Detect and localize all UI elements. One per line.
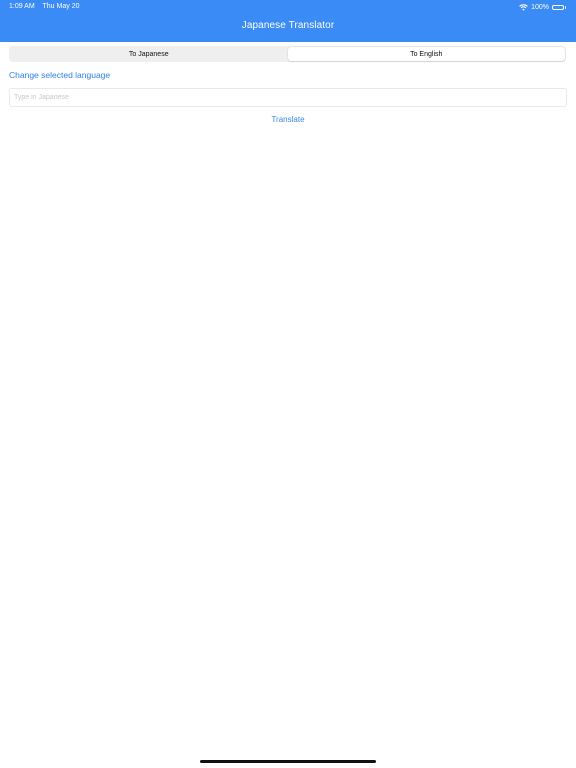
navigation-header: 1:09 AM Thu May 20 100% Japanese Transla…	[0, 0, 576, 42]
page-title: Japanese Translator	[241, 20, 335, 31]
status-right: 100%	[519, 2, 566, 12]
home-indicator	[200, 760, 376, 763]
status-left: 1:09 AM Thu May 20	[9, 3, 79, 11]
translate-button[interactable]: Translate	[0, 115, 576, 124]
japanese-text-input[interactable]	[9, 88, 567, 107]
app-screen: 1:09 AM Thu May 20 100% Japanese Transla…	[0, 0, 576, 768]
wifi-icon	[519, 3, 528, 11]
status-time: 1:09 AM	[9, 3, 35, 10]
battery-percentage: 100%	[531, 3, 549, 11]
status-date: Thu May 20	[42, 3, 80, 10]
segment-to-japanese[interactable]: To Japanese	[10, 47, 288, 61]
segment-to-english[interactable]: To English	[287, 47, 565, 61]
translation-direction-control[interactable]: To Japanese To English	[9, 46, 566, 62]
change-language-link[interactable]: Change selected language	[9, 70, 110, 80]
battery-icon	[552, 4, 566, 10]
